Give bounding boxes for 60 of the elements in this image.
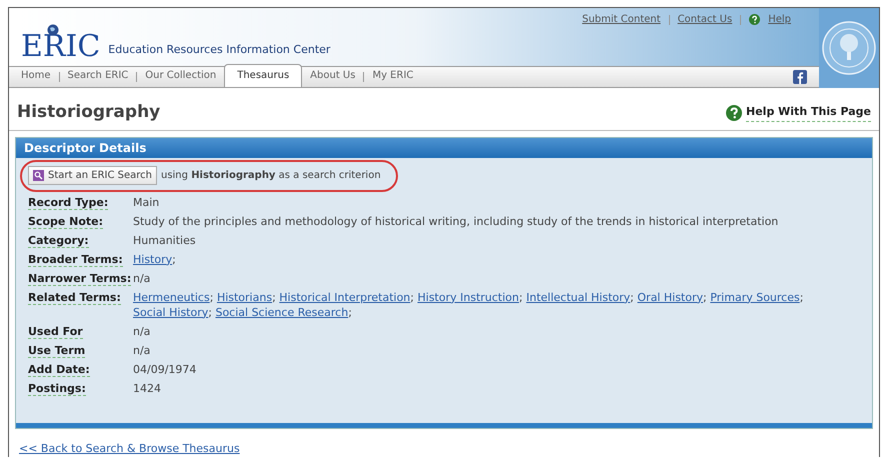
search-icon <box>33 170 44 181</box>
separator: ; <box>630 290 634 304</box>
separator: ; <box>272 290 276 304</box>
search-button[interactable]: Start an ERIC Search <box>28 166 157 185</box>
help-icon <box>726 104 742 121</box>
top-link[interactable]: Contact Us <box>678 12 732 27</box>
field-value: Humanities <box>133 234 196 247</box>
help-icon <box>749 14 760 25</box>
panel-header: Descriptor Details <box>16 138 872 158</box>
nav-tab[interactable]: Search ERIC <box>64 68 132 87</box>
help-link[interactable]: Help With This Page <box>746 104 871 122</box>
nav-tab[interactable]: About Us <box>306 68 360 87</box>
nav-tab[interactable]: Our Collection <box>141 68 220 87</box>
separator: ; <box>210 290 214 304</box>
term-link[interactable]: History <box>133 252 172 266</box>
field-label: Used For <box>28 324 83 339</box>
top-link[interactable]: Help <box>768 12 791 27</box>
page-title: Historiography <box>17 101 160 124</box>
separator: ; <box>519 290 523 304</box>
nav-tab[interactable]: My ERIC <box>368 68 418 87</box>
term-link[interactable]: Historical Interpretation <box>279 290 410 304</box>
separator: ; <box>348 306 352 319</box>
field-label: Scope Note: <box>28 214 104 229</box>
term-link[interactable]: History Instruction <box>418 290 520 304</box>
separator: ; <box>410 290 414 304</box>
term-link[interactable]: Social Science Research <box>215 306 348 319</box>
field-label: Record Type: <box>28 196 108 210</box>
term-link[interactable]: Historians <box>216 290 272 304</box>
field-value: n/a <box>133 344 150 357</box>
logo-tagline: Education Resources Information Center <box>108 42 330 58</box>
back-link[interactable]: << Back to Search & Browse Thesaurus <box>19 442 240 454</box>
separator: ; <box>208 306 212 319</box>
field-value: Study of the principles and methodology of historical writing, including study of the trends in historical interpretation <box>133 214 778 228</box>
term-link[interactable]: Hermeneutics <box>133 290 210 304</box>
field-label: Broader Terms: <box>28 252 123 267</box>
term-link[interactable]: Oral History <box>637 290 703 304</box>
separator: ; <box>800 290 804 304</box>
search-note: using Historiography as a search criterion <box>160 168 381 183</box>
field-label: Add Date: <box>28 362 90 377</box>
field-value: n/a <box>133 324 150 338</box>
term-link[interactable]: Social History <box>133 306 208 319</box>
field-label: Category: <box>28 234 89 248</box>
logo[interactable]: ERIC <box>21 32 100 62</box>
nav-tab[interactable]: Thesaurus <box>224 64 302 87</box>
field-label: Use Term <box>28 344 86 358</box>
field-label: Narrower Terms: <box>28 272 132 286</box>
field-value: n/a <box>133 272 150 285</box>
separator: ; <box>703 290 707 304</box>
term-link[interactable]: Primary Sources <box>710 290 800 304</box>
seal-drawing <box>822 21 876 75</box>
separator: ; <box>172 252 176 266</box>
field-label: Related Terms: <box>28 290 121 305</box>
facebook-icon[interactable] <box>793 70 807 84</box>
field-value: Main <box>133 196 160 209</box>
field-value: 1424 <box>133 382 161 395</box>
term-link[interactable]: Intellectual History <box>526 290 630 304</box>
field-label: Postings: <box>28 382 86 396</box>
field-value: 04/09/1974 <box>133 362 196 376</box>
top-link[interactable]: Submit Content <box>582 12 661 27</box>
nav-tab[interactable]: Home <box>17 68 55 87</box>
